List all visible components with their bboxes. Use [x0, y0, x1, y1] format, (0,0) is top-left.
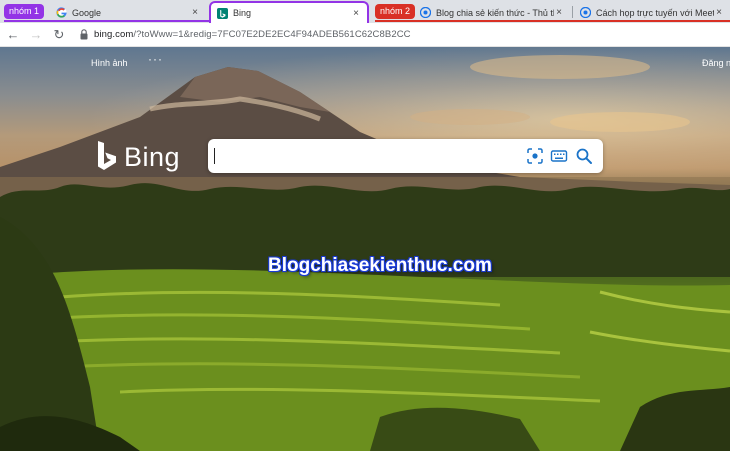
bing-logo[interactable]: Bing	[96, 140, 180, 174]
forward-button[interactable]: →	[27, 26, 45, 44]
tab-group-1-chip[interactable]: nhóm 1	[4, 4, 45, 19]
keyboard-icon[interactable]	[550, 147, 568, 165]
search-icon[interactable]	[575, 147, 593, 165]
signin-link[interactable]: Đăng n	[702, 58, 730, 68]
tab-close-icon[interactable]: ×	[554, 7, 564, 18]
nav-images-link[interactable]: Hình ảnh	[91, 58, 128, 68]
chrome-icon	[420, 7, 431, 18]
bing-homepage: Hình ảnh ··· Đăng n Bing Blogchiasekient…	[0, 47, 730, 451]
more-menu-icon[interactable]: ···	[148, 52, 163, 66]
bing-logo-text: Bing	[124, 141, 181, 172]
address-bar[interactable]: bing.com/?toWww=1&redig=7FC07E2DE2EC4F94…	[94, 29, 411, 40]
watermark-text: Blogchiasekienthuc.com	[268, 255, 492, 276]
url-path: /?toWww=1&redig=7FC07E2DE2EC4F94ADEB561C…	[133, 29, 411, 40]
google-icon	[56, 7, 67, 18]
tab-bing[interactable]: Bing ×	[209, 1, 369, 23]
address-toolbar: ← → ↻ bing.com/?toWww=1&redig=7FC07E2DE2…	[0, 23, 730, 47]
tab-separator	[572, 6, 573, 18]
tab-title: Blog chia sẻ kiến thức - Thủ thuật	[436, 7, 554, 18]
reload-button[interactable]: ↻	[50, 26, 68, 44]
tab-close-icon[interactable]: ×	[714, 7, 724, 18]
url-host: bing.com	[94, 29, 134, 40]
visual-search-icon[interactable]	[526, 147, 544, 165]
tab-title: Cách họp trực tuyến với Meet Now	[596, 7, 714, 18]
text-caret	[214, 148, 215, 164]
search-box[interactable]	[208, 139, 603, 173]
tab-google[interactable]: Google ×	[50, 2, 206, 23]
tab-title: Bing	[233, 8, 252, 18]
lock-icon[interactable]	[80, 29, 88, 40]
tab-group-2-chip[interactable]: nhóm 2	[375, 4, 416, 19]
bing-logo-icon	[98, 141, 116, 170]
tab-close-icon[interactable]: ×	[351, 8, 361, 19]
tab-meet-now[interactable]: Cách họp trực tuyến với Meet Now ×	[574, 2, 730, 23]
chrome-icon	[580, 7, 591, 18]
tab-strip: nhóm 1 Google × Bing × nhóm 2 Blog chia …	[0, 0, 730, 23]
tab-close-icon[interactable]: ×	[190, 7, 200, 18]
tab-blog[interactable]: Blog chia sẻ kiến thức - Thủ thuật ×	[414, 2, 570, 23]
search-input[interactable]	[218, 145, 518, 167]
tab-title: Google	[72, 7, 102, 18]
background-landscape	[0, 55, 730, 451]
bing-icon	[217, 7, 228, 19]
back-button[interactable]: ←	[4, 26, 22, 44]
